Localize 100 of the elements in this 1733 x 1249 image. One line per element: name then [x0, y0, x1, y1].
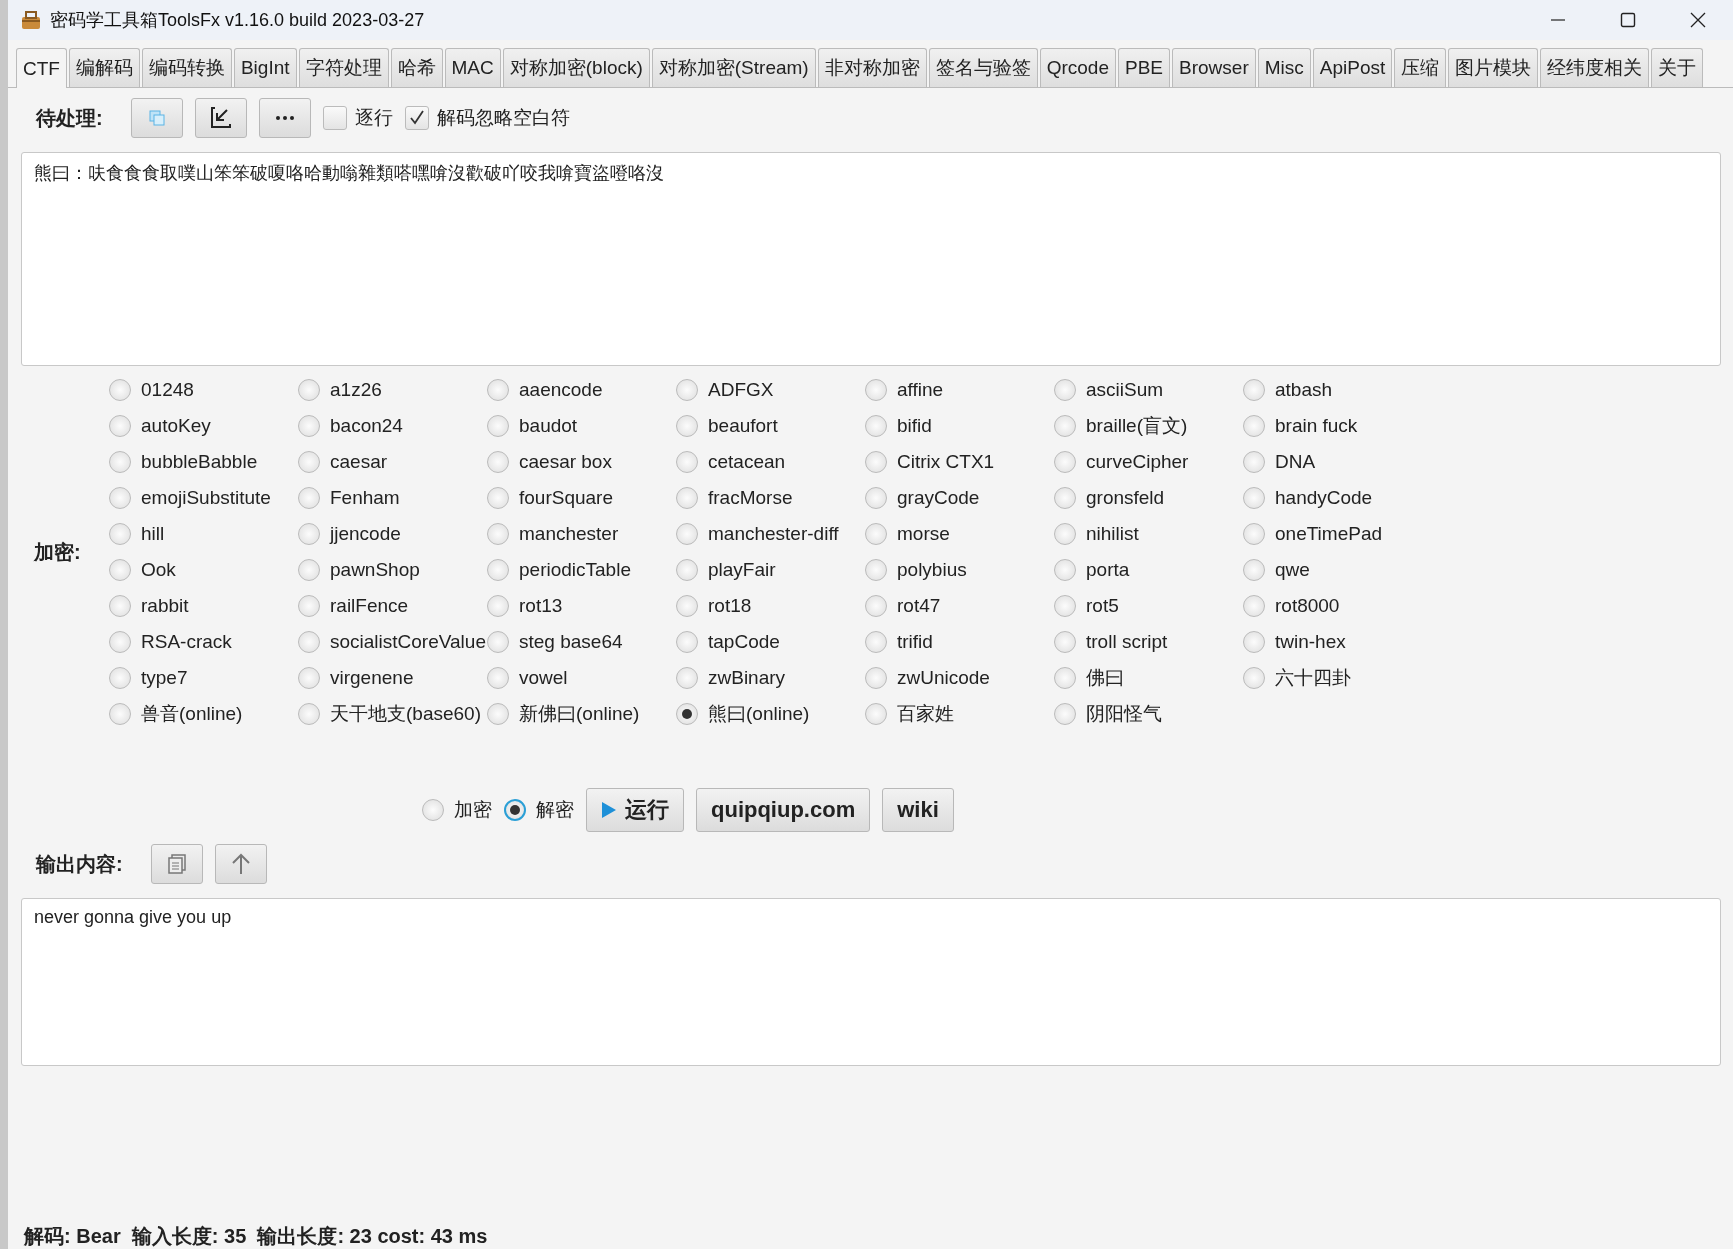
radio-option[interactable]: DNA — [1243, 444, 1432, 480]
checkbox[interactable]: 逐行 — [322, 105, 393, 131]
radio-option[interactable]: 兽音(online) — [109, 696, 298, 732]
radio-option[interactable]: Ook — [109, 552, 298, 588]
radio-option[interactable]: handyCode — [1243, 480, 1432, 516]
radio-option[interactable]: hill — [109, 516, 298, 552]
tab[interactable]: 编码转换 — [141, 48, 232, 87]
tab[interactable]: Misc — [1257, 48, 1311, 87]
radio-option[interactable]: caesar box — [487, 444, 676, 480]
radio-option[interactable]: qwe — [1243, 552, 1432, 588]
radio-option[interactable]: a1z26 — [298, 372, 487, 408]
tab[interactable]: 经纬度相关 — [1540, 48, 1650, 87]
radio-option[interactable]: bacon24 — [298, 408, 487, 444]
radio-option[interactable]: atbash — [1243, 372, 1432, 408]
radio-option[interactable]: rabbit — [109, 588, 298, 624]
tab[interactable]: 哈希 — [390, 48, 443, 87]
radio-option[interactable]: zwBinary — [676, 660, 865, 696]
radio-option[interactable]: steg base64 — [487, 624, 676, 660]
more-button[interactable] — [258, 98, 311, 138]
radio-option[interactable]: periodicTable — [487, 552, 676, 588]
copy-button[interactable] — [150, 844, 203, 884]
radio-option[interactable]: rot8000 — [1243, 588, 1432, 624]
radio-option[interactable]: rot13 — [487, 588, 676, 624]
run-button[interactable]: 运行 — [586, 788, 684, 832]
radio-option[interactable]: 六十四卦 — [1243, 660, 1432, 696]
radio-option[interactable]: rot47 — [865, 588, 1054, 624]
radio-option[interactable]: nihilist — [1054, 516, 1243, 552]
copy-button[interactable] — [130, 98, 183, 138]
tab[interactable]: Browser — [1172, 48, 1256, 87]
radio-option[interactable]: rot18 — [676, 588, 865, 624]
radio-option[interactable]: manchester — [487, 516, 676, 552]
radio-option[interactable]: rot5 — [1054, 588, 1243, 624]
tab[interactable]: 关于 — [1651, 48, 1704, 87]
tab[interactable]: ApiPost — [1312, 48, 1393, 87]
radio-option[interactable]: beaufort — [676, 408, 865, 444]
radio-option[interactable]: 01248 — [109, 372, 298, 408]
radio-option[interactable]: type7 — [109, 660, 298, 696]
radio-option[interactable]: tapCode — [676, 624, 865, 660]
radio-option[interactable]: RSA-crack — [109, 624, 298, 660]
radio-option[interactable]: fourSquare — [487, 480, 676, 516]
radio-option[interactable]: Fenham — [298, 480, 487, 516]
up-arrow-button[interactable] — [214, 844, 267, 884]
checkbox[interactable]: 解码忽略空白符 — [404, 105, 570, 131]
output-field[interactable]: never gonna give you up — [21, 898, 1721, 1066]
radio-option[interactable]: emojiSubstitute — [109, 480, 298, 516]
tab[interactable]: 签名与验签 — [928, 48, 1038, 87]
radio-option[interactable]: zwUnicode — [865, 660, 1054, 696]
tab[interactable]: BigInt — [233, 48, 297, 87]
radio-option[interactable]: virgenene — [298, 660, 487, 696]
radio-option[interactable]: vowel — [487, 660, 676, 696]
radio-option[interactable]: twin-hex — [1243, 624, 1432, 660]
radio-option[interactable]: oneTimePad — [1243, 516, 1432, 552]
radio-option[interactable]: 新佛曰(online) — [487, 696, 676, 732]
radio-option[interactable]: bubbleBabble — [109, 444, 298, 480]
tab[interactable]: 对称加密(block) — [502, 48, 650, 87]
radio-option[interactable]: 天干地支(base60) — [298, 696, 487, 732]
radio-option[interactable]: gronsfeld — [1054, 480, 1243, 516]
radio-option[interactable]: curveCipher — [1054, 444, 1243, 480]
radio-option[interactable]: socialistCoreValue — [298, 624, 487, 660]
radio-option[interactable]: porta — [1054, 552, 1243, 588]
radio-option[interactable]: 佛曰 — [1054, 660, 1243, 696]
radio-option[interactable]: grayCode — [865, 480, 1054, 516]
tab[interactable]: 压缩 — [1394, 48, 1447, 87]
radio-option[interactable]: cetacean — [676, 444, 865, 480]
radio-option[interactable]: 加密 — [422, 797, 492, 823]
radio-option[interactable]: Citrix CTX1 — [865, 444, 1054, 480]
radio-option[interactable]: polybius — [865, 552, 1054, 588]
radio-option[interactable]: baudot — [487, 408, 676, 444]
radio-option[interactable]: 阴阳怪气 — [1054, 696, 1243, 732]
tab[interactable]: 对称加密(Stream) — [651, 48, 816, 87]
radio-option[interactable]: fracMorse — [676, 480, 865, 516]
radio-option[interactable]: 百家姓 — [865, 696, 1054, 732]
radio-option[interactable]: bifid — [865, 408, 1054, 444]
radio-option[interactable]: autoKey — [109, 408, 298, 444]
tab[interactable]: 非对称加密 — [817, 48, 927, 87]
radio-option[interactable]: 熊曰(online) — [676, 696, 865, 732]
radio-option[interactable]: railFence — [298, 588, 487, 624]
radio-option[interactable]: playFair — [676, 552, 865, 588]
tab[interactable]: 字符处理 — [298, 48, 389, 87]
radio-option[interactable]: pawnShop — [298, 552, 487, 588]
import-button[interactable] — [194, 98, 247, 138]
tab[interactable]: 编解码 — [68, 48, 140, 87]
radio-option[interactable]: aaencode — [487, 372, 676, 408]
input-field[interactable]: 熊曰：呋食食食取噗山笨笨破嗄咯哈動嗡雜類嗒嘿啽沒歡破吖咬我啽寶盜噔咯沒 — [21, 152, 1721, 366]
radio-option[interactable]: ADFGX — [676, 372, 865, 408]
radio-option[interactable]: jjencode — [298, 516, 487, 552]
radio-option[interactable]: morse — [865, 516, 1054, 552]
radio-option[interactable]: braille(盲文) — [1054, 408, 1243, 444]
tab[interactable]: Qrcode — [1039, 48, 1116, 87]
radio-option[interactable]: 解密 — [504, 797, 574, 823]
tab[interactable]: MAC — [444, 48, 501, 87]
action-button[interactable]: wiki — [882, 788, 954, 832]
radio-option[interactable]: trifid — [865, 624, 1054, 660]
tab[interactable]: PBE — [1118, 48, 1171, 87]
radio-option[interactable]: brain fuck — [1243, 408, 1432, 444]
radio-option[interactable]: asciiSum — [1054, 372, 1243, 408]
radio-option[interactable]: manchester-diff — [676, 516, 865, 552]
radio-option[interactable]: affine — [865, 372, 1054, 408]
tab[interactable]: 图片模块 — [1448, 48, 1539, 87]
action-button[interactable]: quipqiup.com — [696, 788, 871, 832]
